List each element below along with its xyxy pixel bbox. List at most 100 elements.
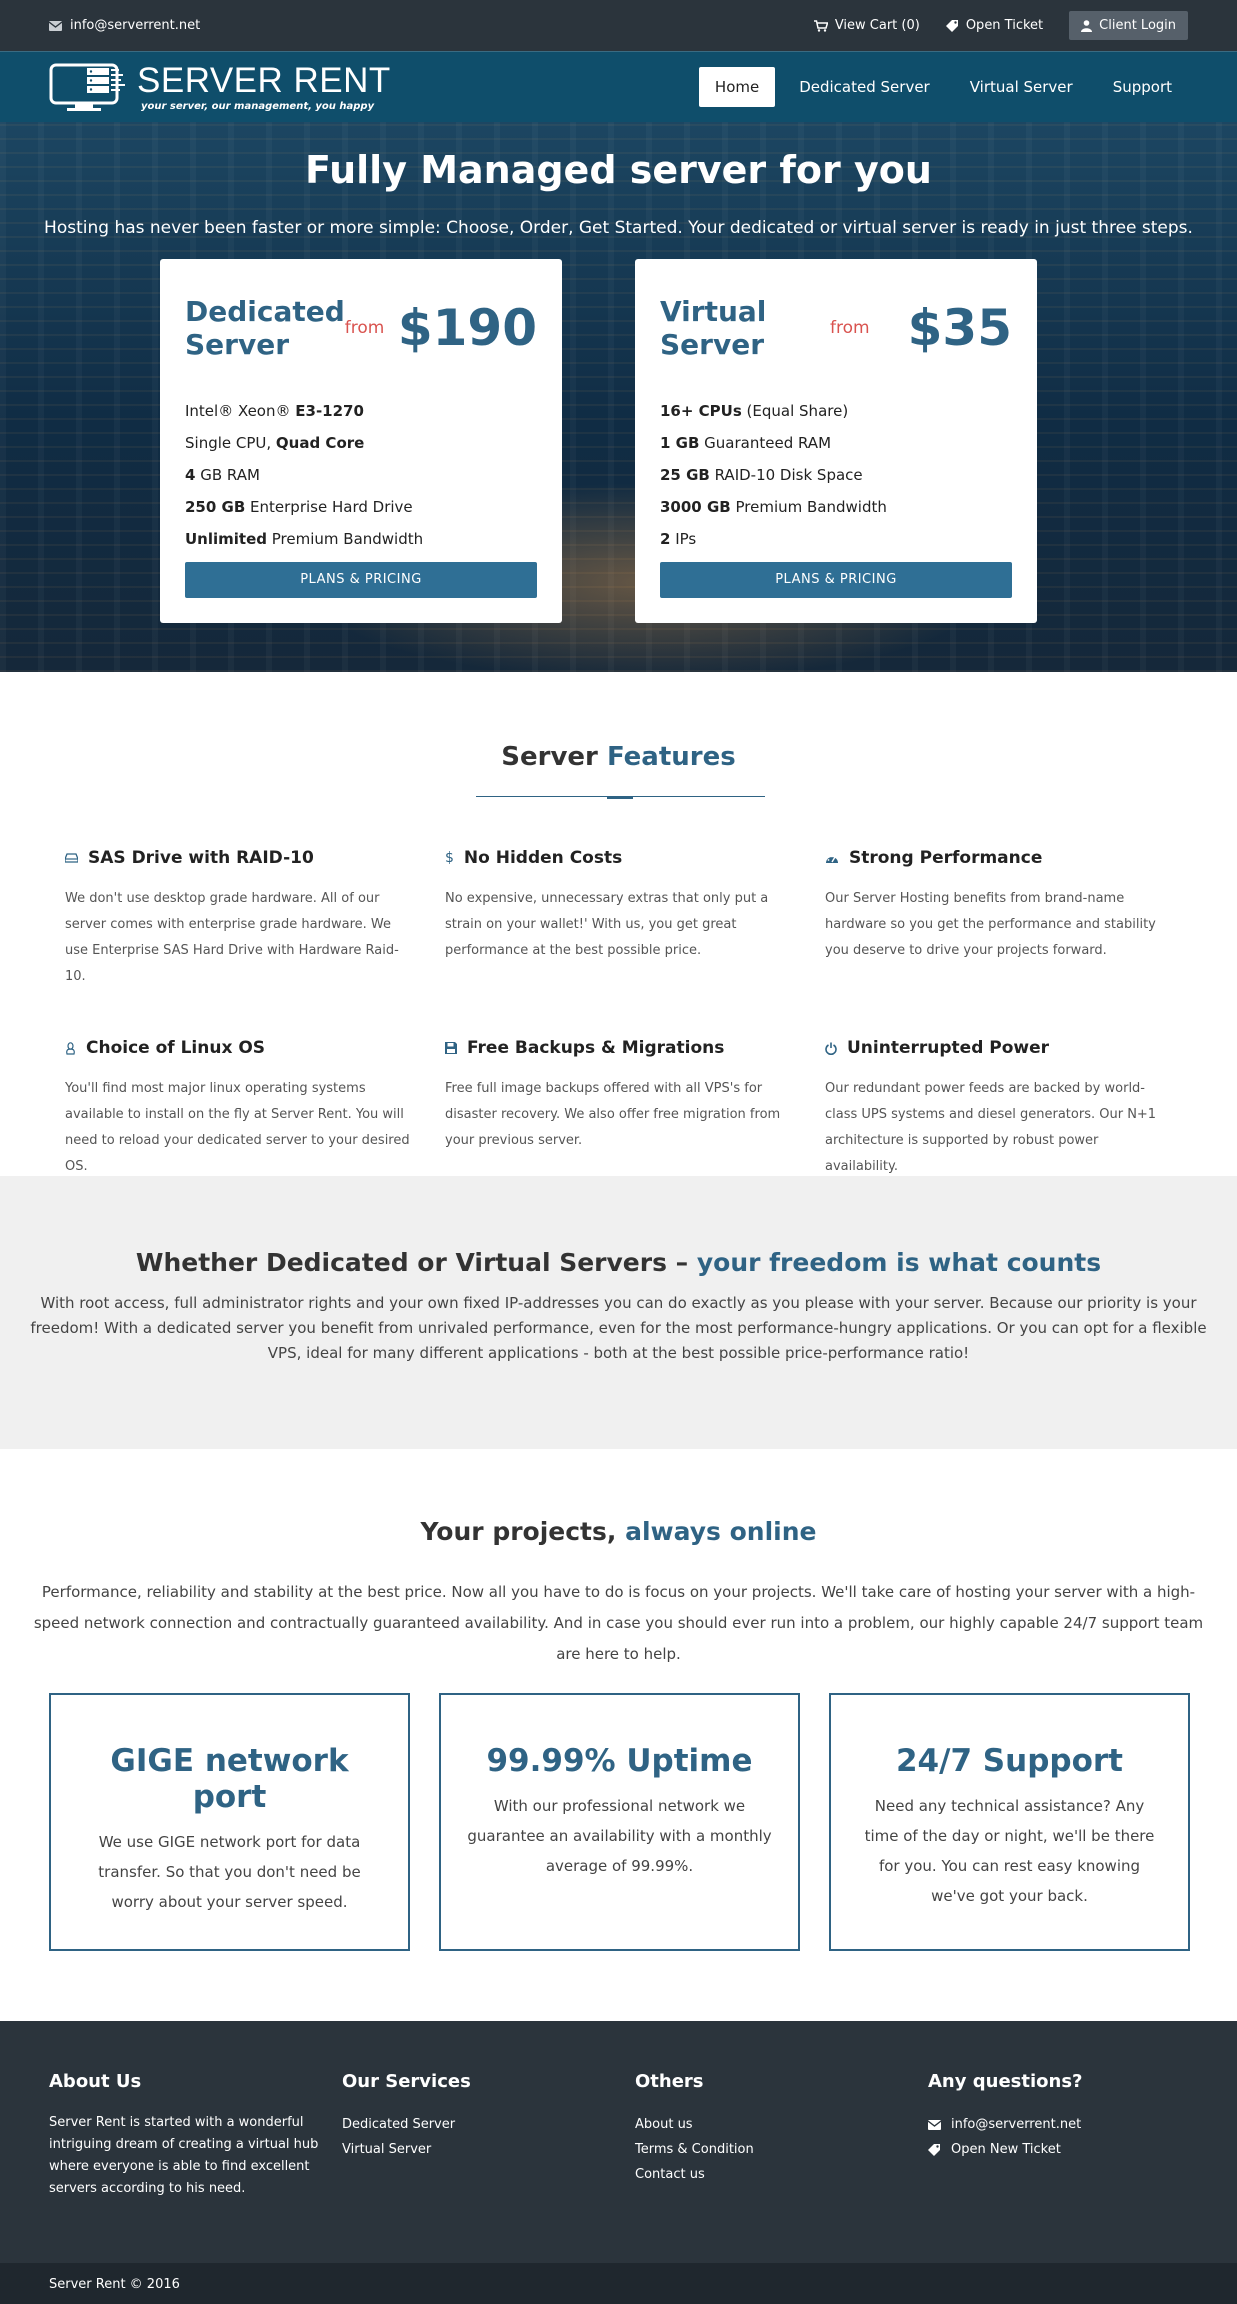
feature-title: Free Backups & Migrations: [445, 1038, 825, 1058]
online-title: Your projects, always online: [420, 1517, 817, 1546]
plan-feature: 1 GB Guaranteed RAM: [660, 434, 832, 452]
features-title: Server Features: [501, 742, 736, 772]
plan-title-line1: Virtual: [660, 294, 767, 328]
user-icon: [1081, 19, 1093, 32]
footer-services: Our Services Dedicated Server Virtual Se…: [342, 2071, 635, 2200]
plan-feature: 16+ CPUs (Equal Share): [660, 402, 849, 420]
plan-feature: 2 IPs: [660, 530, 697, 548]
feature-item: Choice of Linux OS You'll find most majo…: [65, 1038, 445, 1180]
highlight-title: 99.99% Uptime: [486, 1743, 753, 1779]
plan-title: Virtual Server: [660, 295, 830, 361]
nav-home[interactable]: Home: [698, 67, 776, 107]
highlight-title: 24/7 Support: [895, 1743, 1123, 1779]
ticket-icon: [928, 2144, 940, 2156]
plan-feature: 4 GB RAM: [185, 466, 260, 484]
top-email-text: info@serverrent.net: [70, 18, 201, 33]
view-cart-label: View Cart (0): [834, 18, 920, 33]
nav-dedicated-server[interactable]: Dedicated Server: [783, 67, 946, 107]
brand-text: SERVER RENT your server, our management,…: [137, 63, 391, 112]
feature-item: Free Backups & Migrations Free full imag…: [445, 1038, 825, 1180]
feature-title: $ No Hidden Costs: [445, 848, 623, 868]
plan-price: $190: [397, 299, 537, 357]
freedom-text: With root access, full administrator rig…: [30, 1294, 1207, 1362]
plan-feature: Unlimited Premium Bandwidth: [185, 530, 424, 548]
footer-others: Others About us Terms & Condition Contac…: [635, 2071, 928, 2200]
plan-feature: 25 GB RAID-10 Disk Space: [660, 466, 863, 484]
brand-logo[interactable]: SERVER RENT your server, our management,…: [49, 62, 391, 112]
plan-title: Dedicated Server: [185, 295, 345, 361]
footer-others-title: Others: [635, 2071, 704, 2092]
freedom-section: Whether Dedicated or Virtual Servers – y…: [0, 1176, 1237, 1449]
plan-feature-list: 16+ CPUs (Equal Share) 1 GB Guaranteed R…: [660, 395, 1012, 555]
footer-about: About Us Server Rent is started with a w…: [49, 2071, 342, 2200]
plan-title-line1: Dedicated: [185, 294, 345, 328]
dedicated-plans-pricing-button[interactable]: PLANS & PRICING: [185, 562, 537, 598]
highlight-box: 24/7 Support Need any technical assistan…: [829, 1693, 1190, 1951]
feature-item: $ No Hidden Costs No expensive, unnecess…: [445, 848, 825, 990]
top-email-link[interactable]: info@serverrent.net: [49, 18, 200, 33]
highlight-title: GIGE network port: [110, 1743, 349, 1815]
plan-header: Dedicated Server from $190: [185, 283, 537, 373]
footer-contact-email[interactable]: info@serverrent.net: [951, 2112, 1081, 2137]
footer-link-about-us[interactable]: About us: [635, 2112, 693, 2137]
client-login-button[interactable]: Client Login: [1069, 11, 1188, 40]
online-intro-text: Performance, reliability and stability a…: [33, 1583, 1204, 1663]
feature-item: Uninterrupted Power Our redundant power …: [825, 1038, 1185, 1180]
title-divider: [476, 791, 765, 803]
open-ticket-link[interactable]: Open Ticket: [945, 18, 1044, 33]
ticket-icon: [945, 20, 958, 32]
feature-text: Our redundant power feeds are backed by …: [825, 1081, 1157, 1174]
footer-open-ticket-link[interactable]: Open New Ticket: [951, 2137, 1061, 2162]
footer-columns: About Us Server Rent is started with a w…: [49, 2071, 1221, 2200]
open-ticket-label: Open Ticket: [965, 18, 1044, 33]
feature-text: No expensive, unnecessary extras that on…: [445, 891, 769, 958]
power-icon: [825, 1042, 837, 1055]
linux-icon: [66, 1041, 75, 1055]
view-cart-link[interactable]: View Cart (0): [813, 18, 920, 33]
envelope-icon: [49, 20, 62, 31]
nav-support[interactable]: Support: [1097, 67, 1188, 107]
envelope-icon: [928, 2119, 941, 2130]
footer: About Us Server Rent is started with a w…: [0, 2021, 1237, 2263]
plan-title-line2: Server: [660, 328, 765, 361]
feature-text: You'll find most major linux operating s…: [65, 1081, 410, 1174]
feature-title: Uninterrupted Power: [825, 1038, 1185, 1058]
footer-link-dedicated-server[interactable]: Dedicated Server: [342, 2112, 455, 2137]
plan-feature: Single CPU, Quad Core: [185, 434, 365, 452]
freedom-title: Whether Dedicated or Virtual Servers – y…: [135, 1248, 1102, 1277]
hero-title: Fully Managed server for you: [305, 148, 932, 192]
highlight-text: With our professional network we guarant…: [467, 1797, 772, 1875]
plan-feature: 3000 GB Premium Bandwidth: [660, 498, 887, 516]
footer-about-text: Server Rent is started with a wonderful …: [49, 2115, 319, 2196]
cart-icon: [813, 19, 828, 32]
highlight-boxes: GIGE network port We use GIGE network po…: [49, 1693, 1190, 1951]
footer-link-terms[interactable]: Terms & Condition: [635, 2137, 754, 2162]
footer-questions-title: Any questions?: [928, 2071, 1083, 2092]
plan-feature: Intel® Xeon® E3-1270: [185, 402, 364, 420]
dedicated-plan-card: Dedicated Server from $190 Intel® Xeon® …: [160, 259, 562, 623]
footer-link-virtual-server[interactable]: Virtual Server: [342, 2137, 431, 2162]
plan-feature: 250 GB Enterprise Hard Drive: [185, 498, 413, 516]
feature-item: SAS Drive with RAID-10 We don't use desk…: [65, 848, 445, 990]
footer-questions: Any questions? info@serverrent.net Open …: [928, 2071, 1221, 2200]
hero-subtitle: Hosting has never been faster or more si…: [44, 218, 1193, 238]
brand-name: SERVER RENT: [137, 60, 391, 100]
online-section: Your projects, always online Performance…: [0, 1449, 1237, 2021]
footer-link-contact-us[interactable]: Contact us: [635, 2162, 705, 2187]
virtual-plans-pricing-button[interactable]: PLANS & PRICING: [660, 562, 1012, 598]
plan-from-label: from: [344, 318, 385, 338]
main-navbar: SERVER RENT your server, our management,…: [0, 51, 1237, 122]
feature-text: We don't use desktop grade hardware. All…: [65, 891, 399, 984]
footer-about-title: About Us: [49, 2071, 142, 2092]
top-right-links: View Cart (0) Open Ticket Client Login: [813, 11, 1188, 40]
nav-virtual-server[interactable]: Virtual Server: [954, 67, 1089, 107]
features-section: Server Features SAS Drive with RAID-10 W…: [0, 672, 1237, 1176]
feature-title: Strong Performance: [825, 848, 1185, 868]
brand-tagline: your server, our management, you happy: [141, 100, 375, 112]
plan-price: $35: [907, 299, 1012, 357]
highlight-text: Need any technical assistance? Any time …: [864, 1797, 1155, 1905]
highlight-box: 99.99% Uptime With our professional netw…: [439, 1693, 800, 1951]
feature-title: Choice of Linux OS: [65, 1038, 445, 1058]
virtual-plan-card: Virtual Server from $35 16+ CPUs (Equal …: [635, 259, 1037, 623]
plan-from-label: from: [830, 318, 870, 338]
